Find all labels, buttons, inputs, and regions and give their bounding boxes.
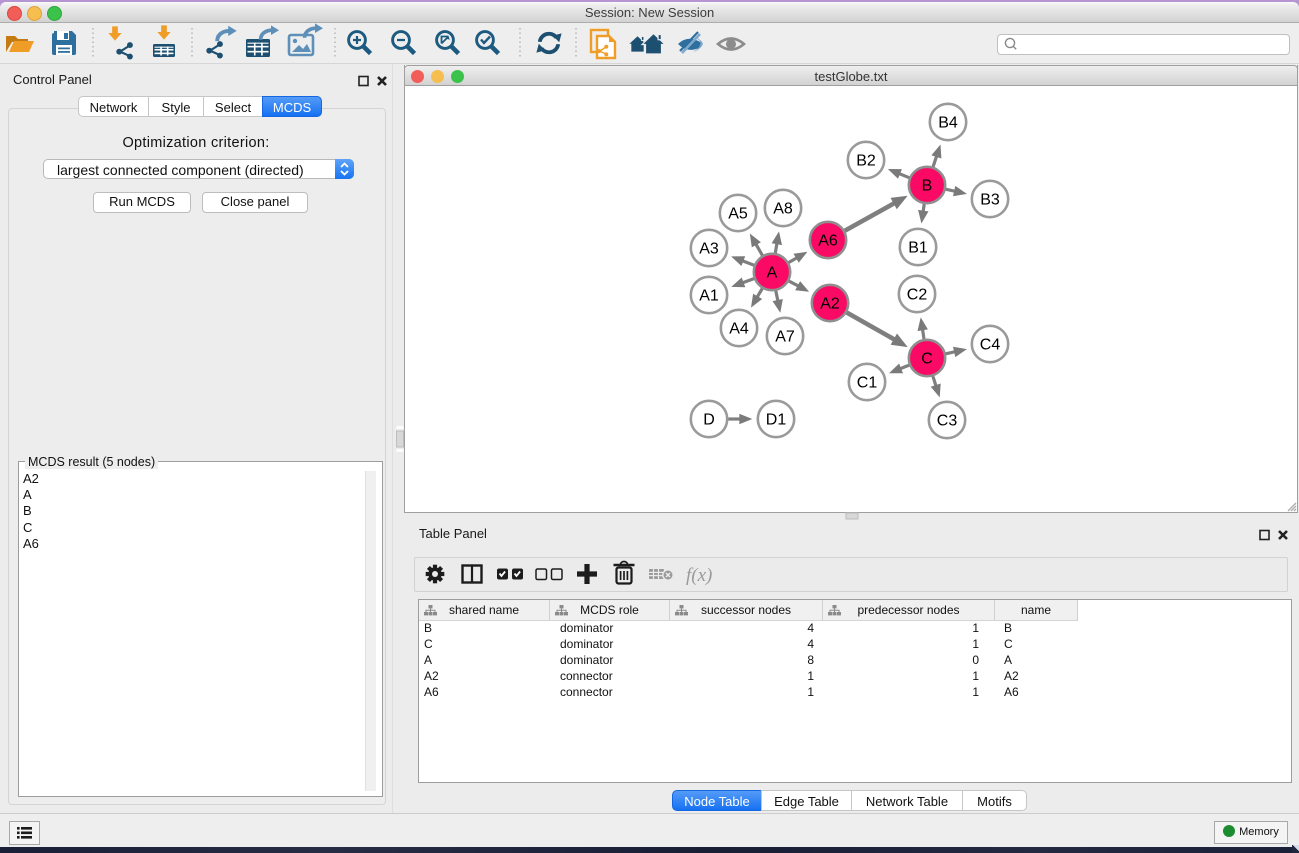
svg-text:D: D <box>703 412 715 429</box>
svg-text:A6: A6 <box>818 233 838 250</box>
svg-text:C1: C1 <box>857 375 878 392</box>
svg-text:A8: A8 <box>773 201 793 218</box>
svg-text:B2: B2 <box>856 153 876 170</box>
svg-text:B3: B3 <box>980 192 1000 209</box>
svg-text:C2: C2 <box>907 287 928 304</box>
svg-text:A7: A7 <box>775 329 795 346</box>
svg-text:D1: D1 <box>766 412 787 429</box>
svg-text:B: B <box>922 178 933 195</box>
svg-text:C3: C3 <box>937 413 958 430</box>
svg-text:A5: A5 <box>728 206 748 223</box>
svg-text:A: A <box>767 265 778 282</box>
svg-text:C4: C4 <box>980 337 1001 354</box>
svg-text:A3: A3 <box>699 241 719 258</box>
svg-text:f(x): f(x) <box>686 565 712 586</box>
svg-text:B1: B1 <box>908 240 928 257</box>
svg-text:C: C <box>921 351 933 368</box>
svg-text:B4: B4 <box>938 115 958 132</box>
svg-text:A4: A4 <box>729 321 749 338</box>
svg-text:A1: A1 <box>699 288 719 305</box>
svg-text:A2: A2 <box>820 296 840 313</box>
